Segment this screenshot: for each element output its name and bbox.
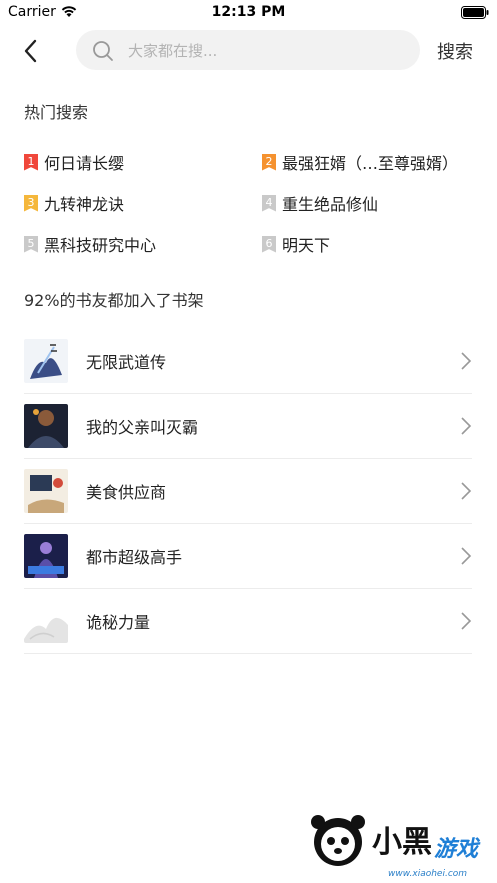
- status-bar: Carrier 12:13 PM: [0, 0, 497, 26]
- search-header: 搜索: [0, 26, 497, 76]
- clock: 12:13 PM: [211, 4, 286, 20]
- hot-search-item-5[interactable]: 5 黑科技研究中心: [24, 232, 156, 256]
- hot-search-label: 重生绝品修仙: [282, 195, 379, 214]
- book-row[interactable]: 都市超级高手: [24, 524, 472, 589]
- book-row[interactable]: 美食供应商: [24, 459, 472, 524]
- chevron-right-icon: [460, 546, 472, 570]
- book-row[interactable]: 无限武道传: [24, 329, 472, 394]
- hot-search-label: 最强狂婿（…至尊强婿）: [282, 154, 459, 173]
- hot-search-label: 黑科技研究中心: [44, 236, 157, 255]
- battery-icon: [461, 6, 489, 23]
- hot-search-label: 何日请长缨: [44, 154, 125, 173]
- rank-badge: 4: [262, 194, 276, 212]
- chevron-right-icon: [460, 481, 472, 505]
- chevron-right-icon: [460, 611, 472, 635]
- book-cover-image: [24, 599, 68, 643]
- hot-search-title: 热门搜索: [24, 103, 89, 122]
- hot-search-item-3[interactable]: 3 九转神龙诀: [24, 191, 124, 215]
- search-button[interactable]: 搜索: [437, 38, 473, 64]
- book-title: 都市超级高手: [86, 548, 183, 567]
- book-row[interactable]: 我的父亲叫灭霸: [24, 394, 472, 459]
- rank-badge: 2: [262, 153, 276, 171]
- svg-text:游戏: 游戏: [434, 837, 481, 862]
- hot-search-item-6[interactable]: 6 明天下: [262, 232, 330, 256]
- book-title: 美食供应商: [86, 483, 167, 502]
- svg-text:小黑: 小黑: [372, 825, 432, 860]
- book-cover-image: [24, 469, 68, 513]
- hot-search-item-1[interactable]: 1 何日请长缨: [24, 150, 124, 174]
- search-icon: [92, 40, 114, 66]
- book-title: 诡秘力量: [86, 613, 151, 632]
- back-button[interactable]: [20, 38, 44, 64]
- hot-search-label: 九转神龙诀: [44, 195, 125, 214]
- book-row[interactable]: 诡秘力量: [24, 589, 472, 654]
- book-cover-image: [24, 534, 68, 578]
- search-input[interactable]: [126, 38, 410, 64]
- rank-badge: 1: [24, 153, 38, 171]
- bookshelf-title: 92%的书友都加入了书架: [24, 291, 204, 310]
- hot-search-item-2[interactable]: 2 最强狂婿（…至尊强婿）: [262, 150, 458, 174]
- hot-search-item-4[interactable]: 4 重生绝品修仙: [262, 191, 378, 215]
- rank-badge: 3: [24, 194, 38, 212]
- watermark-url: www.xiaohei.com: [388, 869, 468, 879]
- chevron-right-icon: [460, 351, 472, 375]
- back-arrow-icon: [24, 39, 37, 63]
- hot-search-label: 明天下: [282, 236, 331, 255]
- chevron-right-icon: [460, 416, 472, 440]
- search-box[interactable]: [76, 30, 420, 70]
- book-title: 无限武道传: [86, 353, 167, 372]
- book-cover-image: [24, 404, 68, 448]
- rank-badge: 6: [262, 235, 276, 253]
- rank-badge: 5: [24, 235, 38, 253]
- book-title: 我的父亲叫灭霸: [86, 418, 199, 437]
- book-cover-image: [24, 339, 68, 383]
